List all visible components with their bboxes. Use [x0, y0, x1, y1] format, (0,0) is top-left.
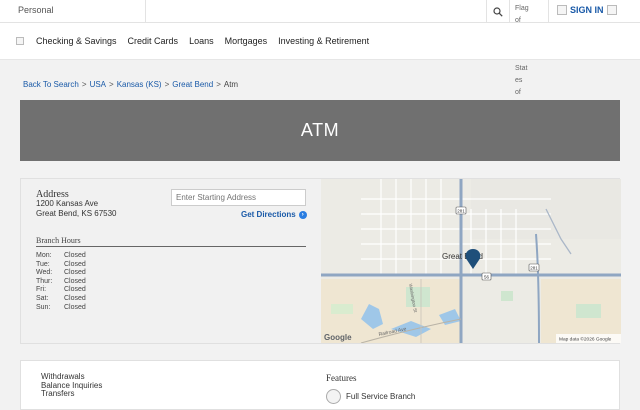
feature-item: Full Service Branch	[326, 389, 415, 404]
hours-row: Sat: Closed	[36, 294, 86, 302]
bank-logo[interactable]	[16, 37, 24, 45]
location-map[interactable]: 56 281 281 Great Bend Washington St Rail…	[321, 179, 621, 343]
nav-item-checking-savings[interactable]: Checking & Savings	[36, 36, 117, 46]
get-directions-label: Get Directions	[241, 210, 296, 219]
map-attribution[interactable]: Map data ©2026 Google	[559, 336, 612, 343]
hours-row: Sun: Closed	[36, 303, 86, 311]
page-title: ATM	[300, 120, 340, 140]
google-logo: Google	[324, 333, 352, 342]
search-button[interactable]	[486, 0, 510, 23]
hours-row: Thur: Closed	[36, 277, 86, 285]
breadcrumb-current: Atm	[223, 80, 239, 89]
features-heading: Features	[326, 373, 357, 383]
hours-row: Mon: Closed	[36, 252, 86, 259]
utility-bar: Personal Flag of the United States of Am…	[0, 0, 640, 132]
lock-icon	[606, 5, 617, 15]
page-banner: ATM	[20, 100, 620, 161]
branch-hours-heading: Branch Hours	[36, 236, 81, 245]
divider	[145, 0, 146, 23]
breadcrumb-great-bend[interactable]: Great Bend	[172, 80, 213, 89]
highway-56-shield: 56	[484, 275, 490, 280]
nav-item-credit-cards[interactable]: Credit Cards	[128, 36, 179, 46]
hours-row: Tue: Closed	[36, 260, 86, 268]
services-card: Withdrawals Balance Inquiries Transfers …	[20, 360, 620, 410]
map-canvas[interactable]: 56 281 281 Great Bend Washington St Rail…	[321, 179, 621, 343]
breadcrumb-kansas[interactable]: Kansas (KS)	[117, 80, 162, 89]
segment-selector[interactable]: Personal	[18, 5, 54, 15]
search-icon	[493, 6, 503, 17]
arrow-right-icon: ›	[298, 210, 307, 219]
user-icon	[557, 5, 567, 15]
highway-281-shield: 281	[530, 266, 538, 271]
bank-branch-icon	[326, 389, 341, 404]
list-item: Transfers	[41, 389, 75, 399]
nav-item-investing-retirement[interactable]: Investing & Retirement	[278, 36, 369, 46]
sign-in-label: SIGN IN	[570, 5, 604, 15]
hours-row: Wed: Closed	[36, 269, 86, 277]
main-navigation: Checking & Savings Credit Cards Loans Mo…	[0, 23, 640, 60]
breadcrumb-usa[interactable]: USA	[90, 80, 106, 89]
divider	[548, 0, 549, 23]
hours-row: Fri: Closed	[36, 286, 86, 294]
nav-item-loans[interactable]: Loans	[189, 36, 214, 46]
address-line-1: 1200 Kansas Ave	[36, 199, 99, 208]
get-directions-button[interactable]: Get Directions ›	[241, 210, 307, 219]
highway-281-shield: 281	[457, 209, 465, 214]
location-card: Address 1200 Kansas Ave Great Bend, KS 6…	[20, 178, 621, 344]
address-line-2: Great Bend, KS 67530	[36, 209, 117, 218]
breadcrumb: Back To Search > USA > Kansas (KS) > Great Ben…	[23, 80, 239, 89]
starting-address-input[interactable]	[171, 189, 306, 206]
breadcrumb-back-to-search[interactable]: Back To Search	[23, 80, 79, 89]
hours-table: Mon: Closed Tue: Closed Wed: Closed Thur: Cl…	[36, 252, 86, 312]
nav-item-mortgages[interactable]: Mortgages	[225, 36, 268, 46]
sign-in-button[interactable]: SIGN IN	[557, 5, 617, 15]
services-list: Withdrawals Balance Inquiries Transfers	[41, 372, 102, 399]
divider	[36, 246, 306, 247]
